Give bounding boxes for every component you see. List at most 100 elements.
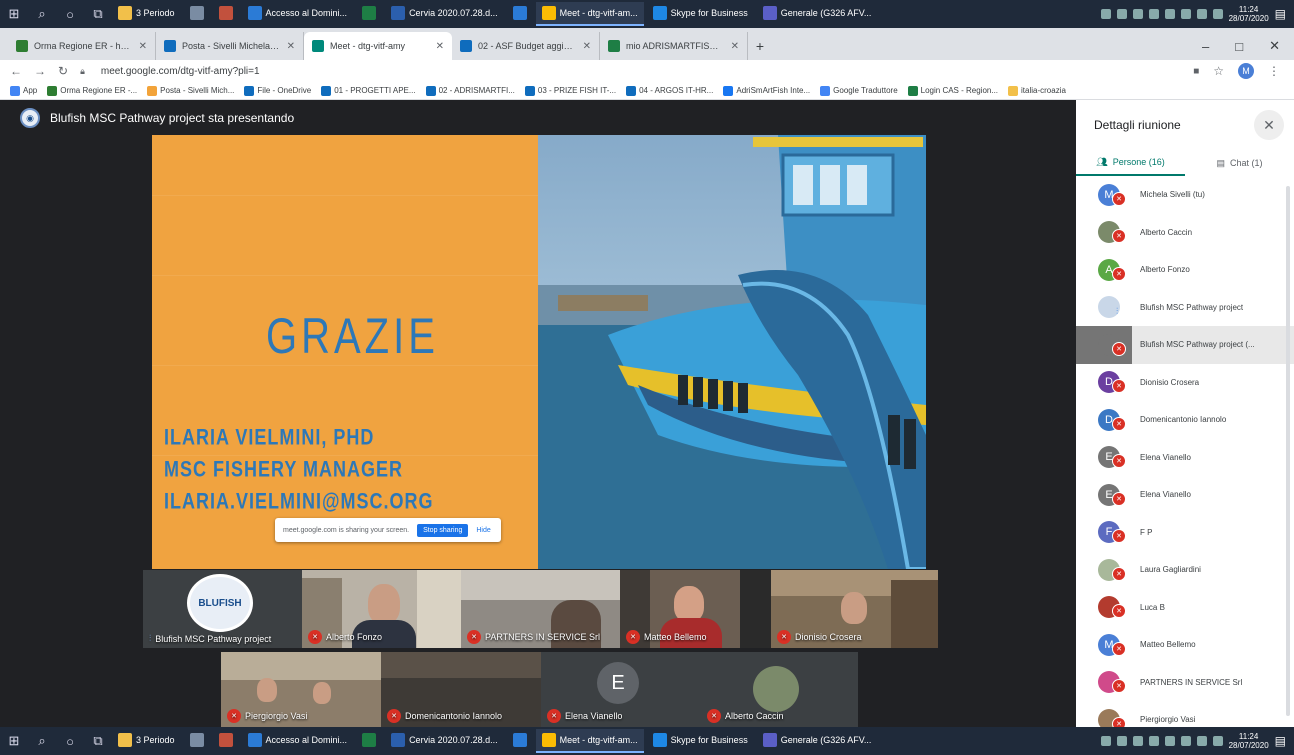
close-panel-button[interactable]: ✕ [1254,110,1284,140]
participant-row[interactable]: A ✕ Alberto Fonzo [1076,251,1294,289]
clock[interactable]: 11:24 28/07/2020 [1229,5,1269,23]
search-icon[interactable]: ⌕ [28,0,56,28]
bookmark-item[interactable]: AdriSmArtFish Inte... [723,85,810,96]
back-icon[interactable]: ← [10,64,22,78]
menu-kebab-icon[interactable]: ⋮ [1268,64,1280,78]
bookmark-item[interactable]: 01 - PROGETTI APE... [321,85,416,96]
close-tab-icon[interactable]: ✕ [583,41,591,52]
notification-icon[interactable]: ▤ [1275,734,1286,748]
bookmark-item[interactable]: Orma Regione ER -... [47,85,137,96]
cortana-icon[interactable]: ○ [56,727,84,755]
participant-row[interactable]: F ✕ F P [1076,514,1294,552]
bookmark-item[interactable]: Login CAS - Region... [907,85,998,96]
bookmark-item[interactable]: Google Traduttore [820,85,898,96]
app-label: 3 Periodo [136,735,175,745]
stop-sharing-button[interactable]: Stop sharing [417,523,469,537]
maximize-button[interactable]: □ [1235,39,1243,54]
video-tile[interactable]: ✕ Piergiorgio Vasi [221,652,381,727]
bookmark-item[interactable]: Posta - Sivelli Mich... [147,85,234,96]
taskbar-app-button[interactable]: Meet - dtg-vitf-am... [535,2,644,26]
clock[interactable]: 11:24 28/07/2020 [1229,732,1269,750]
participant-row[interactable]: ✕ PARTNERS IN SERVICE Srl [1076,664,1294,702]
participant-row[interactable]: M ✕ Matteo Bellemo [1076,626,1294,664]
bookmark-label: italia-croazia [1021,86,1066,95]
taskbar-app-button[interactable] [213,2,239,26]
task-view-icon[interactable]: ⧉ [84,0,112,28]
tab-people[interactable]: 👥︎ Persone (16) [1076,150,1185,176]
bookmark-item[interactable]: App [10,85,37,96]
participant-row[interactable]: ✕ Blufish MSC Pathway project (... [1076,326,1294,364]
camera-icon[interactable]: ■ [1193,66,1199,77]
cortana-icon[interactable]: ○ [56,0,84,28]
close-tab-icon[interactable]: ✕ [731,41,739,52]
people-scrollbar[interactable] [1286,186,1290,716]
taskbar-app-button[interactable] [356,729,382,753]
minimize-button[interactable]: – [1202,39,1209,54]
close-window-button[interactable]: ✕ [1269,38,1280,54]
browser-tab[interactable]: mio ADRISMARTFISH_Budget_ ✕ [600,32,748,60]
taskbar-app-button[interactable]: Generale (G326 AFV... [757,2,878,26]
taskbar-app-button[interactable]: 3 Periodo [112,2,181,26]
video-tile[interactable]: ✕ Alberto Caccin [701,652,858,727]
video-tile[interactable]: ✕ PARTNERS IN SERVICE Srl [461,570,620,648]
participant-avatar: ✕ [1098,596,1126,619]
participant-row[interactable]: D ✕ Dionisio Crosera [1076,364,1294,402]
taskbar-app-button[interactable]: Accesso al Domini... [242,729,354,753]
taskbar-app-button[interactable]: Skype for Business [647,2,754,26]
new-tab-button[interactable]: + [748,32,772,60]
taskbar-app-button[interactable]: Skype for Business [647,729,754,753]
notification-icon[interactable]: ▤ [1275,7,1286,21]
bookmark-item[interactable]: 03 - PRIZE FISH IT-... [524,85,616,96]
video-tile[interactable]: BLUFISH ⫶ Blufish MSC Pathway project [143,570,302,648]
bookmark-item[interactable]: 02 - ADRISMARTFI... [425,85,515,96]
participant-row[interactable]: E ✕ Elena Vianello [1076,439,1294,477]
video-tile[interactable]: E ✕ Elena Vianello [541,652,701,727]
taskbar-app-button[interactable]: Meet - dtg-vitf-am... [535,729,644,753]
search-icon[interactable]: ⌕ [28,727,56,755]
browser-tab[interactable]: 02 - ASF Budget aggiornato - O ✕ [452,32,600,60]
taskbar-app-button[interactable] [356,2,382,26]
taskbar-app-button[interactable] [184,2,210,26]
bookmark-item[interactable]: 04 - ARGOS IT-HR... [626,85,713,96]
participant-row[interactable]: ✕ Piergiorgio Vasi [1076,701,1294,727]
participant-row[interactable]: ✕ Luca B [1076,589,1294,627]
taskbar-app-button[interactable] [184,729,210,753]
taskbar-app-button[interactable] [213,729,239,753]
taskbar-app-button[interactable]: Cervia 2020.07.28.d... [385,729,504,753]
taskbar-app-button[interactable]: Accesso al Domini... [242,2,354,26]
windows-start-icon[interactable]: ⊞ [0,727,28,755]
video-tile[interactable]: ✕ Alberto Fonzo [302,570,461,648]
close-tab-icon[interactable]: ✕ [139,41,147,52]
tab-chat[interactable]: ▤ Chat (1) [1185,150,1294,176]
video-tile[interactable]: ✕ Matteo Bellemo [620,570,771,648]
bookmark-item[interactable]: italia-croazia [1008,85,1066,96]
taskbar-app-button[interactable] [507,2,533,26]
slide-boat-photo [538,135,926,569]
close-tab-icon[interactable]: ✕ [287,41,295,52]
taskbar-app-button[interactable]: 3 Periodo [112,729,181,753]
participant-row[interactable]: ✕ Laura Gagliardini [1076,551,1294,589]
browser-tab[interactable]: Orma Regione ER - home ✕ [8,32,156,60]
windows-start-icon[interactable]: ⊞ [0,0,28,28]
browser-tab[interactable]: Meet - dtg-vitf-amy ✕ [304,32,452,60]
url-field[interactable]: meet.google.com/dtg-vitf-amy?pli=1 [101,66,260,77]
close-tab-icon[interactable]: ✕ [436,41,444,52]
participant-row[interactable]: M ✕ Michela Sivelli (tu) [1076,176,1294,214]
profile-avatar[interactable]: M [1238,63,1254,79]
browser-tab[interactable]: Posta - Sivelli Michela - Outlook ✕ [156,32,304,60]
taskbar-app-button[interactable]: Generale (G326 AFV... [757,729,878,753]
forward-icon[interactable]: → [34,64,46,78]
task-view-icon[interactable]: ⧉ [84,727,112,755]
participant-row[interactable]: D ✕ Domenicantonio Iannolo [1076,401,1294,439]
bookmark-item[interactable]: File - OneDrive [244,85,311,96]
participant-row[interactable]: E ✕ Elena Vianello [1076,476,1294,514]
participant-row[interactable]: ⫶ Blufish MSC Pathway project [1076,289,1294,327]
participant-row[interactable]: ✕ Alberto Caccin [1076,214,1294,252]
taskbar-app-button[interactable] [507,729,533,753]
taskbar-app-button[interactable]: Cervia 2020.07.28.d... [385,2,504,26]
reload-icon[interactable]: ↻ [58,64,68,78]
hide-notice-button[interactable]: Hide [476,527,490,534]
bookmark-star-icon[interactable]: ☆ [1213,64,1224,78]
video-tile[interactable]: ✕ Domenicantonio Iannolo [381,652,541,727]
video-tile[interactable]: ✕ Dionisio Crosera [771,570,938,648]
